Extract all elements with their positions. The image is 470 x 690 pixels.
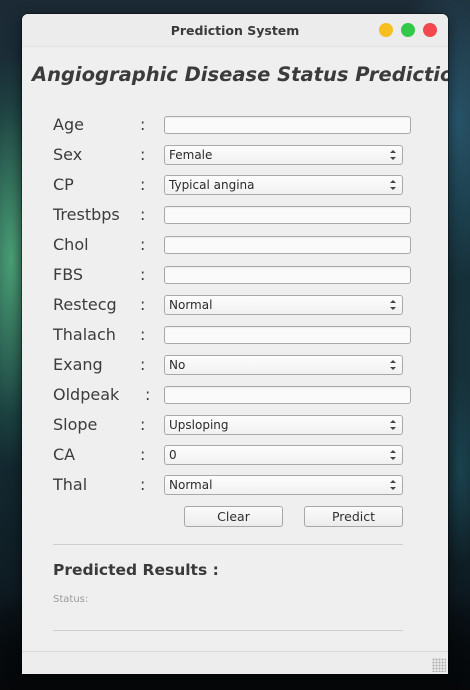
thal-select[interactable]: Normal <box>164 475 403 495</box>
colon: : <box>140 295 146 314</box>
fbs-input[interactable] <box>164 266 411 284</box>
ca-label: CA <box>53 445 76 464</box>
updown-arrows-icon <box>389 447 397 463</box>
cp-select-value: Typical angina <box>169 178 255 192</box>
colon: : <box>140 415 146 434</box>
colon: : <box>140 325 146 344</box>
colon: : <box>140 355 146 374</box>
status-label: Status: <box>53 594 89 605</box>
form-row-slope: Slope : Upsloping <box>22 414 448 436</box>
colon: : <box>140 445 146 464</box>
ca-select-value: 0 <box>169 448 177 462</box>
sex-select[interactable]: Female <box>164 145 403 165</box>
trestbps-label: Trestbps <box>53 205 120 224</box>
form-row-chol: Chol : <box>22 234 448 256</box>
updown-arrows-icon <box>389 177 397 193</box>
ca-select[interactable]: 0 <box>164 445 403 465</box>
prediction-window: Prediction System Angiographic Disease S… <box>22 14 448 674</box>
predict-button[interactable]: Predict <box>304 506 403 527</box>
restecg-select[interactable]: Normal <box>164 295 403 315</box>
form-row-oldpeak: Oldpeak : <box>22 384 448 406</box>
form-row-age: Age : <box>22 114 448 136</box>
form-row-thalach: Thalach : <box>22 324 448 346</box>
thalach-input[interactable] <box>164 326 411 344</box>
colon: : <box>140 205 146 224</box>
form-row-trestbps: Trestbps : <box>22 204 448 226</box>
restecg-label: Restecg <box>53 295 117 314</box>
results-heading: Predicted Results : <box>53 561 219 579</box>
age-input[interactable] <box>164 116 411 134</box>
exang-select-value: No <box>169 358 186 372</box>
oldpeak-input[interactable] <box>164 386 411 404</box>
cp-label: CP <box>53 175 74 194</box>
close-button[interactable] <box>423 23 437 37</box>
updown-arrows-icon <box>389 477 397 493</box>
form-row-restecg: Restecg : Normal <box>22 294 448 316</box>
clear-button[interactable]: Clear <box>184 506 283 527</box>
resize-grip-icon[interactable] <box>432 658 446 672</box>
form-row-exang: Exang : No <box>22 354 448 376</box>
form-row-sex: Sex : Female <box>22 144 448 166</box>
exang-select[interactable]: No <box>164 355 403 375</box>
status-bar <box>22 651 448 674</box>
form-row-ca: CA : 0 <box>22 444 448 466</box>
form-row-fbs: FBS : <box>22 264 448 286</box>
thalach-label: Thalach <box>53 325 116 344</box>
sex-select-value: Female <box>169 148 213 162</box>
slope-select-value: Upsloping <box>169 418 229 432</box>
colon: : <box>140 175 146 194</box>
restecg-select-value: Normal <box>169 298 213 312</box>
thal-select-value: Normal <box>169 478 213 492</box>
colon: : <box>140 475 146 494</box>
age-label: Age <box>53 115 84 134</box>
minimize-button[interactable] <box>379 23 393 37</box>
oldpeak-label: Oldpeak <box>53 385 120 404</box>
updown-arrows-icon <box>389 297 397 313</box>
exang-label: Exang <box>53 355 103 374</box>
colon: : <box>140 235 146 254</box>
colon: : <box>140 145 146 164</box>
fbs-label: FBS <box>53 265 84 284</box>
slope-select[interactable]: Upsloping <box>164 415 403 435</box>
title-bar[interactable]: Prediction System <box>22 14 448 47</box>
divider <box>53 630 403 631</box>
chol-input[interactable] <box>164 236 411 254</box>
slope-label: Slope <box>53 415 98 434</box>
colon: : <box>140 265 146 284</box>
page-title: Angiographic Disease Status Prediction <box>32 63 448 86</box>
colon: : <box>145 385 151 404</box>
divider <box>53 544 403 545</box>
trestbps-input[interactable] <box>164 206 411 224</box>
form-row-thal: Thal : Normal <box>22 474 448 496</box>
maximize-button[interactable] <box>401 23 415 37</box>
updown-arrows-icon <box>389 147 397 163</box>
updown-arrows-icon <box>389 357 397 373</box>
sex-label: Sex <box>53 145 83 164</box>
cp-select[interactable]: Typical angina <box>164 175 403 195</box>
colon: : <box>140 115 146 134</box>
updown-arrows-icon <box>389 417 397 433</box>
form-row-cp: CP : Typical angina <box>22 174 448 196</box>
chol-label: Chol <box>53 235 89 254</box>
thal-label: Thal <box>53 475 88 494</box>
